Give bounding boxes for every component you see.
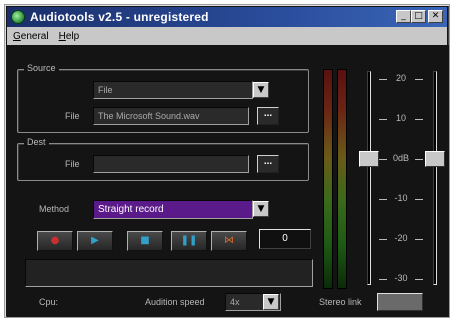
maximize-button[interactable]: □ <box>411 10 426 23</box>
level-meter-right <box>337 69 347 289</box>
dest-file-label: File <box>65 159 80 169</box>
play-icon: ▶ <box>91 235 99 246</box>
db-scale-tick <box>379 79 387 80</box>
app-window: Audiotools v2.5 - unregistered _ □ ✕ Gen… <box>4 4 450 318</box>
menu-help[interactable]: Help <box>59 31 80 42</box>
play-button[interactable]: ▶ <box>77 231 113 251</box>
source-browse-button[interactable]: ... <box>257 107 279 125</box>
dest-file-input[interactable] <box>93 155 249 173</box>
pause-icon: ❚❚ <box>180 235 198 246</box>
mute-icon: ⋈ <box>224 235 234 246</box>
menu-general[interactable]: General <box>13 31 49 42</box>
dest-browse-button[interactable]: ... <box>257 155 279 173</box>
db-scale-tick <box>415 119 423 120</box>
fader-track-right[interactable] <box>433 71 437 285</box>
stereo-link-label: Stereo link <box>319 297 362 307</box>
db-scale-tick <box>415 279 423 280</box>
app-icon <box>11 10 25 24</box>
chevron-down-icon[interactable]: ▼ <box>263 294 279 310</box>
db-scale-label: 10 <box>395 113 406 123</box>
fader-knob-left[interactable] <box>359 151 379 167</box>
chevron-down-icon[interactable]: ▼ <box>253 201 269 217</box>
chevron-down-icon[interactable]: ▼ <box>253 82 269 98</box>
db-scale-label: -20 <box>394 233 408 243</box>
fader-knob-right[interactable] <box>425 151 445 167</box>
db-scale-tick <box>415 199 423 200</box>
db-scale-tick <box>379 199 387 200</box>
db-scale-tick <box>415 159 423 160</box>
db-scale-label: -10 <box>394 193 408 203</box>
record-icon: ● <box>50 235 60 246</box>
stereo-link-toggle[interactable] <box>377 293 423 311</box>
source-file-label: File <box>65 111 80 121</box>
minimize-button[interactable]: _ <box>396 10 411 23</box>
level-meter-left <box>323 69 333 289</box>
pause-button[interactable]: ❚❚ <box>171 231 207 251</box>
menu-bar: General Help <box>7 27 447 45</box>
dest-group-title: Dest <box>24 137 49 147</box>
title-bar[interactable]: Audiotools v2.5 - unregistered _ □ ✕ <box>7 7 447 27</box>
record-button[interactable]: ● <box>37 231 73 251</box>
counter-reset-button[interactable]: 0 <box>259 229 311 249</box>
stop-icon: ■ <box>140 235 150 246</box>
db-scale-tick <box>379 279 387 280</box>
mute-button[interactable]: ⋈ <box>211 231 247 251</box>
status-display <box>25 259 313 287</box>
stop-button[interactable]: ■ <box>127 231 163 251</box>
window-title: Audiotools v2.5 - unregistered <box>30 10 209 24</box>
db-scale-label: -30 <box>394 273 408 283</box>
audition-speed-label: Audition speed <box>145 297 205 307</box>
db-scale-label: 0dB <box>392 153 409 163</box>
db-scale-label: 20 <box>395 73 406 83</box>
close-button[interactable]: ✕ <box>428 10 443 23</box>
db-scale-tick <box>415 79 423 80</box>
method-select[interactable]: Straight record <box>93 200 253 219</box>
method-label: Method <box>39 204 70 214</box>
source-file-input[interactable]: The Microsoft Sound.wav <box>93 107 249 125</box>
cpu-label: Cpu: <box>39 297 59 307</box>
db-scale-tick <box>415 239 423 240</box>
client-area: Source File ▼ File The Microsoft Sound.w… <box>7 45 449 317</box>
source-type-select[interactable]: File <box>93 81 253 99</box>
db-scale-tick <box>379 159 387 160</box>
fader-track-left[interactable] <box>367 71 371 285</box>
db-scale-tick <box>379 119 387 120</box>
source-group-title: Source <box>24 63 59 73</box>
db-scale-tick <box>379 239 387 240</box>
